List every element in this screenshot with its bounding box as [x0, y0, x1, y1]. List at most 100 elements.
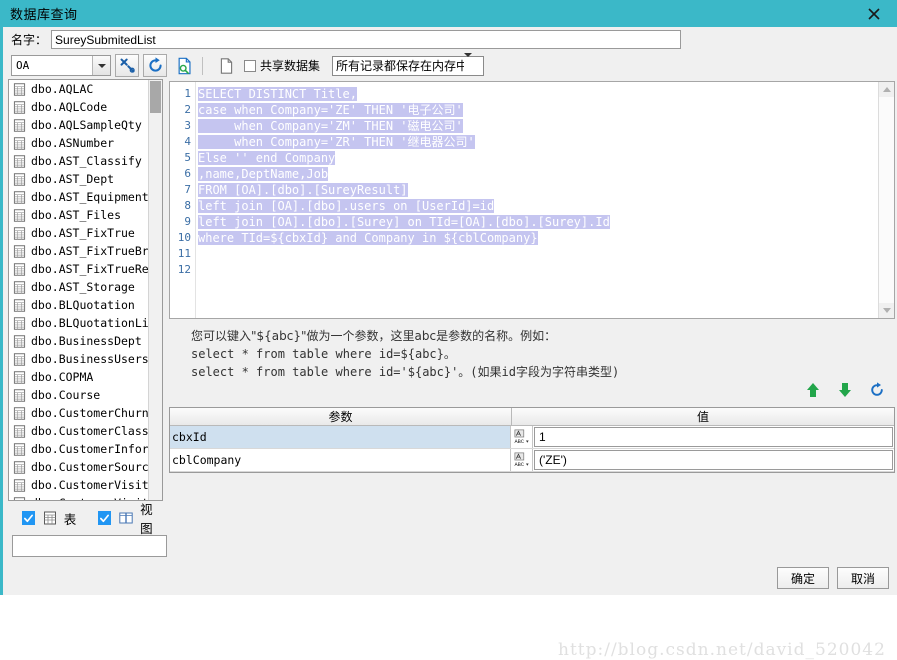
tables-label: 表: [63, 511, 77, 527]
watermark-text: http://blog.csdn.net/david_520042: [558, 640, 886, 660]
sql-code-area[interactable]: SELECT DISTINCT Title, case when Company=…: [196, 82, 878, 318]
sql-line[interactable]: when Company='ZM' THEN '磁电公司': [196, 118, 878, 134]
abc-editor-icon[interactable]: ABC: [511, 426, 533, 448]
chevron-down-icon[interactable]: [92, 56, 110, 75]
sql-line-text: FROM [OA].[dbo].[SureyResult]: [198, 183, 408, 197]
abc-editor-icon[interactable]: ABC: [511, 449, 533, 471]
list-item[interactable]: dbo.CustomerVisits: [9, 494, 148, 500]
cancel-button[interactable]: 取消: [837, 567, 889, 589]
list-item[interactable]: dbo.BusinessDept: [9, 332, 148, 350]
table-icon: [13, 496, 26, 500]
name-row: 名字：: [0, 27, 897, 52]
sql-line[interactable]: FROM [OA].[dbo].[SureyResult]: [196, 182, 878, 198]
parameter-hint: 您可以键入"${abc}"做为一个参数，这里abc是参数的名称。例如： sele…: [191, 327, 895, 381]
table-list-scroll-thumb[interactable]: [150, 81, 161, 113]
sql-editor[interactable]: 1 2 3 4 5 6 7 8 9 10 11 12 SELECT DISTINCT Title, ca…: [169, 81, 895, 319]
shared-dataset-box[interactable]: [244, 59, 256, 72]
table-icon: [13, 82, 26, 96]
list-item-label: dbo.CustomerClass: [31, 424, 148, 438]
line-number: 2: [184, 103, 191, 116]
list-item-label: dbo.CustomerVisits: [31, 496, 148, 500]
list-item[interactable]: dbo.AST_Classify: [9, 152, 148, 170]
list-item[interactable]: dbo.AST_FixTrue: [9, 224, 148, 242]
list-item-label: dbo.COPMA: [31, 370, 94, 384]
list-item[interactable]: dbo.ASNumber: [9, 134, 148, 152]
sql-line-text: left join [OA].[dbo].users on [UserId]=i…: [198, 199, 495, 213]
table-icon: [13, 316, 26, 330]
list-item[interactable]: dbo.CustomerSource: [9, 458, 148, 476]
list-item[interactable]: dbo.CustomerVisitSug: [9, 476, 148, 494]
sql-line[interactable]: Else '' end Company: [196, 150, 878, 166]
wrench-tools-glyph: [120, 58, 135, 73]
param-value-cell[interactable]: ('ZE'): [534, 450, 893, 470]
list-item-label: dbo.BusinessUsers: [31, 352, 148, 366]
sql-line[interactable]: case when Company='ZE' THEN '电子公司': [196, 102, 878, 118]
list-item[interactable]: dbo.CustomerChurn: [9, 404, 148, 422]
list-item[interactable]: dbo.AQLCode: [9, 98, 148, 116]
param-name-cell[interactable]: cblCompany: [170, 449, 511, 471]
sql-line[interactable]: ,name,DeptName,Job: [196, 166, 878, 182]
line-number: 5: [184, 151, 191, 164]
sql-line[interactable]: [196, 262, 878, 278]
arrow-up-icon[interactable]: [803, 380, 823, 400]
sql-line[interactable]: left join [OA].[dbo].users on [UserId]=i…: [196, 198, 878, 214]
shared-dataset-checkbox[interactable]: 共享数据集: [244, 57, 320, 74]
list-item[interactable]: dbo.AST_Files: [9, 206, 148, 224]
wrench-tools-icon[interactable]: [115, 54, 139, 77]
connection-select[interactable]: OA: [11, 55, 111, 76]
list-item[interactable]: dbo.Course: [9, 386, 148, 404]
hint-line-2: select * from table where id=${abc}。: [191, 347, 456, 361]
table-icon: [13, 352, 26, 366]
list-item[interactable]: dbo.CustomerClass: [9, 422, 148, 440]
list-item[interactable]: dbo.BLQuotationLine: [9, 314, 148, 332]
param-value-cell[interactable]: 1: [534, 427, 893, 447]
abc-editor-glyph: ABC: [514, 429, 529, 445]
list-item[interactable]: dbo.BLQuotation: [9, 296, 148, 314]
views-checkbox[interactable]: [98, 511, 112, 525]
ok-button[interactable]: 确定: [777, 567, 829, 589]
preview-document-icon[interactable]: [173, 54, 197, 77]
view-glyph: [119, 512, 133, 524]
chevron-down-icon[interactable]: [464, 52, 483, 75]
refresh-icon[interactable]: [867, 380, 887, 400]
table-glyph: [13, 298, 26, 312]
table-list[interactable]: dbo.AQLAC dbo.AQLCode dbo.AQLSampleQty dbo.…: [8, 79, 163, 501]
table-list-scrollbar[interactable]: [148, 80, 162, 500]
refresh-icon[interactable]: [143, 54, 167, 77]
list-item[interactable]: dbo.AST_Equipment: [9, 188, 148, 206]
svg-text:ABC: ABC: [514, 462, 524, 468]
list-item[interactable]: dbo.AST_FixTrueReturn: [9, 260, 148, 278]
list-item[interactable]: dbo.AST_Storage: [9, 278, 148, 296]
list-item[interactable]: dbo.CustomerInformat: [9, 440, 148, 458]
storage-mode-select[interactable]: 所有记录都保存在内存中: [332, 52, 485, 76]
param-name-cell[interactable]: cbxId: [170, 426, 511, 448]
list-item[interactable]: dbo.COPMA: [9, 368, 148, 386]
tables-checkbox[interactable]: [22, 511, 35, 525]
table-row[interactable]: cbxId ABC 1: [170, 426, 894, 449]
table-icon: [13, 172, 26, 186]
sql-line[interactable]: left join [OA].[dbo].[Surey] on TId=[OA]…: [196, 214, 878, 230]
scroll-down-icon[interactable]: [879, 303, 894, 318]
query-name-input[interactable]: [51, 30, 682, 49]
new-document-icon[interactable]: [214, 54, 238, 77]
list-item[interactable]: dbo.AST_FixTrueBrorro: [9, 242, 148, 260]
scroll-up-icon[interactable]: [879, 82, 894, 97]
table-row[interactable]: cblCompany ABC ('ZE'): [170, 449, 894, 472]
close-icon[interactable]: [857, 0, 891, 27]
table-icon: [13, 424, 26, 438]
list-item[interactable]: dbo.AQLSampleQty: [9, 116, 148, 134]
table-icon: [13, 406, 26, 420]
object-filter-input[interactable]: [12, 535, 167, 557]
sql-line[interactable]: when Company='ZR' THEN '继电器公司': [196, 134, 878, 150]
list-item[interactable]: dbo.BusinessUsers: [9, 350, 148, 368]
sql-line[interactable]: SELECT DISTINCT Title,: [196, 86, 878, 102]
sql-line[interactable]: where TId=${cbxId} and Company in ${cblC…: [196, 230, 878, 246]
list-item[interactable]: dbo.AST_Dept: [9, 170, 148, 188]
list-item[interactable]: dbo.AQLAC: [9, 80, 148, 98]
table-list-items: dbo.AQLAC dbo.AQLCode dbo.AQLSampleQty dbo.…: [9, 80, 148, 500]
arrow-down-icon[interactable]: [835, 380, 855, 400]
table-glyph: [13, 334, 26, 348]
sql-line[interactable]: [196, 246, 878, 262]
sql-editor-scrollbar[interactable]: [878, 82, 894, 318]
preview-document-glyph: [178, 57, 191, 74]
